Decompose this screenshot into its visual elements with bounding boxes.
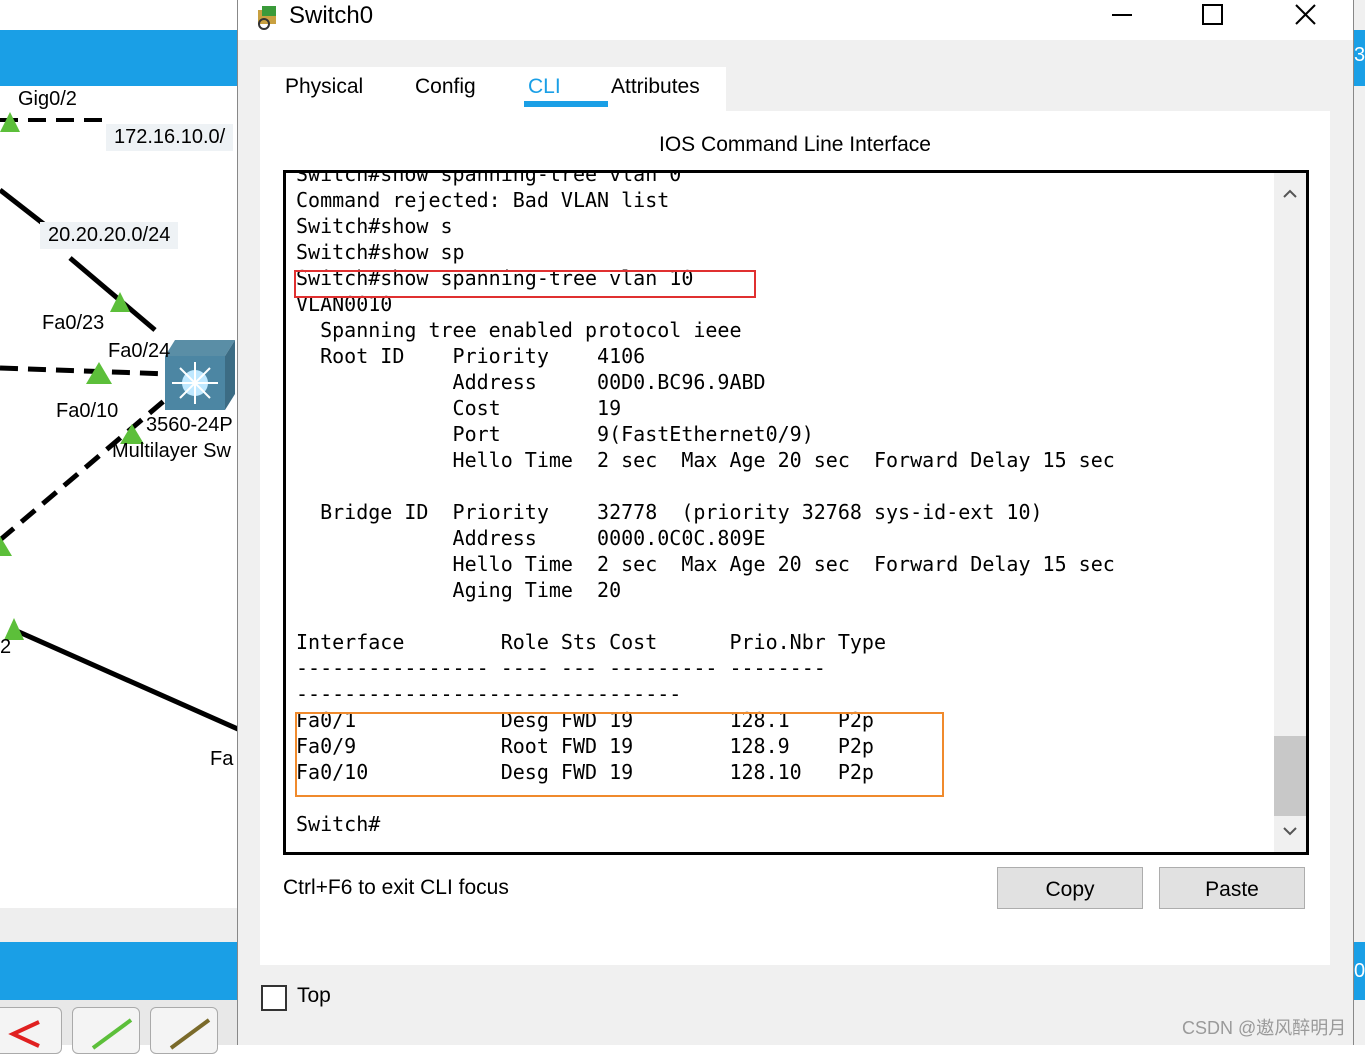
interface-label: Fa0/23 <box>42 312 105 334</box>
tab-attributes[interactable]: Attributes <box>611 75 700 99</box>
panel-title: IOS Command Line Interface <box>659 133 931 156</box>
window-title: Switch0 <box>289 2 374 29</box>
scroll-down-arrow-icon[interactable] <box>1274 820 1306 844</box>
maximize-icon <box>1202 4 1223 25</box>
minimize-icon <box>1112 14 1132 16</box>
copy-button[interactable]: Copy <box>997 867 1143 909</box>
maximize-button[interactable] <box>1183 0 1243 34</box>
cli-focus-hint: Ctrl+F6 to exit CLI focus <box>283 876 509 899</box>
network-label: 172.16.10.0/ <box>106 124 234 151</box>
cli-scrollbar[interactable] <box>1274 173 1306 852</box>
close-icon <box>1295 4 1316 25</box>
interface-label: Fa0/24 <box>108 340 171 362</box>
interface-label: Gig0/2 <box>18 88 77 110</box>
link-status-icon <box>0 536 12 556</box>
minimize-button[interactable] <box>1092 0 1152 34</box>
title-bar[interactable]: Switch0 <box>238 0 1353 40</box>
top-checkbox[interactable] <box>261 985 287 1011</box>
command-highlight-box <box>294 270 756 298</box>
switch-app-icon <box>258 6 276 30</box>
tab-physical[interactable]: Physical <box>285 75 363 99</box>
top-checkbox-label: Top <box>297 984 331 1007</box>
scroll-up-arrow-icon[interactable] <box>1274 181 1306 205</box>
link-fa0-24 <box>0 365 171 377</box>
tab-cli[interactable]: CLI <box>528 75 561 99</box>
interface-label: Fa <box>210 748 234 770</box>
cable-tool-button[interactable] <box>150 1007 218 1054</box>
toolbar-partial-text: 3 <box>1354 44 1365 66</box>
network-label: 20.20.20.0/24 <box>40 222 179 249</box>
interface-label: 2 <box>0 636 12 658</box>
status-partial-text: 0 <box>1354 960 1365 982</box>
interface-label: Fa0/10 <box>56 400 119 422</box>
tab-bar: Physical Config CLI Attributes <box>260 67 726 111</box>
scroll-thumb[interactable] <box>1274 736 1306 816</box>
close-button[interactable] <box>1275 0 1335 34</box>
connection-tool-button[interactable] <box>72 1007 140 1054</box>
interface-table-highlight-box <box>295 712 944 797</box>
link-bottom <box>8 625 240 733</box>
cli-terminal[interactable]: Switch#show spanning-tree vlan 0 Command… <box>283 170 1309 855</box>
tab-config[interactable]: Config <box>415 75 476 99</box>
multilayer-switch-icon <box>165 340 235 410</box>
switch-dialog: Switch0 Physical Config CLI Attributes I… <box>237 0 1354 1045</box>
paste-button[interactable]: Paste <box>1159 867 1305 909</box>
device-label: 3560-24P <box>146 414 233 436</box>
router-tool-button[interactable] <box>0 1007 62 1054</box>
cli-panel: IOS Command Line Interface Switch#show s… <box>260 111 1330 965</box>
active-tab-indicator <box>524 101 608 107</box>
watermark: CSDN @遨风醉明月 <box>1182 1018 1347 1038</box>
device-label: Multilayer Sw <box>112 440 231 462</box>
link-20-20 <box>0 188 47 227</box>
